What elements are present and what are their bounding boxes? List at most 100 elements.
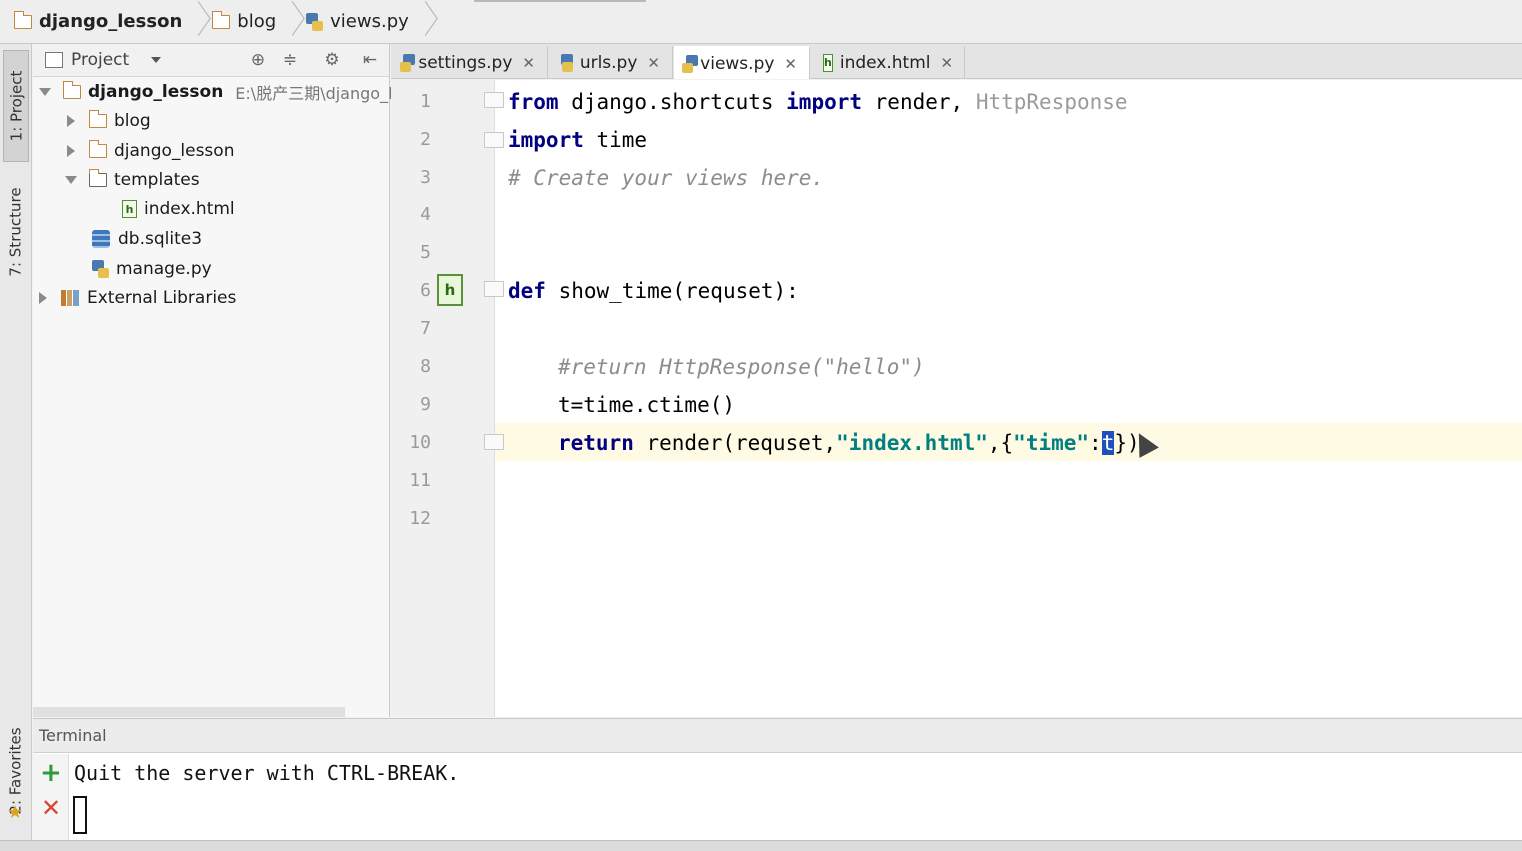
project-panel: Project ⊕ ≑ ⚙ ⇤ django_lesson E:\脱产三期\dj… — [33, 44, 393, 717]
close-icon[interactable]: ✕ — [940, 54, 953, 72]
library-icon — [61, 290, 79, 306]
gear-icon[interactable]: ⚙ — [323, 51, 341, 69]
line-number: 2 — [420, 129, 431, 150]
structure-tool-label: 7: Structure — [7, 187, 25, 277]
locate-icon[interactable]: ⊕ — [249, 51, 267, 69]
tree-item-templates[interactable]: templates — [65, 166, 200, 194]
keyword: from — [508, 90, 559, 114]
code-text: render(requset, — [633, 431, 837, 455]
html-file-icon: h — [823, 53, 833, 72]
structure-tool-button[interactable]: 7: Structure — [3, 172, 29, 292]
breadcrumb-folder-label: blog — [237, 11, 277, 32]
tree-item-external-libraries[interactable]: External Libraries — [39, 284, 236, 312]
fold-marker-icon[interactable] — [484, 281, 504, 297]
python-file-icon — [400, 53, 416, 72]
tab-label: index.html — [839, 52, 931, 73]
terminal-title: Terminal — [33, 719, 1522, 753]
line-number: 3 — [420, 167, 431, 188]
string-literal: "time" — [1013, 431, 1090, 455]
code-editor[interactable]: 1 2 3 4 5 6 7 8 9 10 11 12 h from django… — [391, 80, 1522, 717]
code-text: : — [1089, 431, 1102, 455]
line-number: 4 — [420, 204, 431, 225]
breadcrumb: django_lesson blog views.py — [0, 0, 1522, 44]
tree-item-django-lesson[interactable]: django_lesson — [67, 137, 234, 165]
tree-item-index-html[interactable]: h index.html — [122, 195, 235, 223]
breadcrumb-project[interactable]: django_lesson — [13, 0, 212, 44]
html-file-icon: h — [122, 200, 137, 218]
tab-settings-py[interactable]: settings.py ✕ — [391, 46, 548, 79]
breadcrumb-project-label: django_lesson — [39, 11, 183, 32]
hide-panel-icon[interactable]: ⇤ — [361, 51, 379, 69]
expanded-arrow-icon — [39, 88, 51, 96]
tree-item-label: django_lesson — [88, 82, 224, 102]
line-number: 11 — [409, 470, 431, 491]
database-icon — [92, 230, 110, 248]
collapsed-arrow-icon — [67, 115, 75, 127]
code-line-1: from django.shortcuts import render, Htt… — [508, 83, 1128, 121]
terminal-toolbar: + ✕ — [33, 754, 69, 841]
breadcrumb-folder[interactable]: blog — [211, 0, 306, 44]
line-number: 5 — [420, 242, 431, 263]
fold-marker-icon[interactable] — [484, 132, 504, 148]
close-icon[interactable]: ✕ — [647, 54, 660, 72]
collapse-all-icon[interactable]: ≑ — [281, 51, 299, 69]
code-text: render, — [862, 90, 964, 114]
text-cursor-selection: t — [1101, 431, 1115, 455]
tree-item-label: index.html — [144, 199, 235, 219]
breadcrumb-file-label: views.py — [330, 11, 409, 32]
folder-icon — [88, 110, 107, 128]
tree-item-manage[interactable]: manage.py — [92, 255, 212, 283]
python-file-icon — [561, 53, 573, 72]
new-session-icon[interactable]: + — [40, 760, 62, 786]
line-number: 10 — [409, 432, 431, 453]
folder-icon — [88, 140, 107, 158]
keyword: import — [508, 128, 584, 152]
tab-label: views.py — [700, 53, 775, 74]
line-number: 8 — [420, 356, 431, 377]
tab-views-py[interactable]: views.py ✕ — [674, 46, 810, 79]
line-number: 7 — [420, 318, 431, 339]
horizontal-scrollbar[interactable] — [33, 707, 345, 717]
close-session-icon[interactable]: ✕ — [41, 796, 61, 820]
terminal-output: Quit the server with CTRL-BREAK. — [74, 761, 460, 785]
folder-icon — [62, 81, 81, 99]
ide-window: django_lesson blog views.py 1: Project 7… — [0, 0, 1522, 851]
python-file-icon — [682, 54, 699, 73]
terminal-cursor[interactable] — [73, 796, 87, 834]
tree-item-blog[interactable]: blog — [67, 107, 151, 135]
code-line-2: import time — [508, 121, 647, 159]
breadcrumb-separator — [282, 0, 296, 44]
code-text: ,{ — [987, 431, 1014, 455]
line-number: 9 — [420, 394, 431, 415]
project-tool-button[interactable]: 1: Project — [3, 50, 29, 162]
project-view-icon — [45, 52, 63, 68]
editor-gutter: 1 2 3 4 5 6 7 8 9 10 11 12 h — [391, 80, 495, 717]
related-template-icon[interactable]: h — [437, 274, 463, 306]
fold-marker-icon[interactable] — [484, 92, 504, 108]
tree-item-label: manage.py — [116, 259, 212, 279]
code-text: show_time(requset): — [545, 279, 799, 303]
breadcrumb-file[interactable]: views.py — [306, 0, 439, 44]
tree-item-root[interactable]: django_lesson E:\脱产三期\django_l — [39, 78, 393, 106]
folder-icon — [88, 169, 107, 187]
close-icon[interactable]: ✕ — [522, 54, 535, 72]
code-text: time — [583, 128, 648, 152]
code-line-9: t=time.ctime() — [558, 393, 736, 417]
star-icon: ★ — [7, 802, 24, 823]
tab-label: settings.py — [418, 52, 513, 73]
tree-item-label: templates — [114, 170, 200, 190]
project-tool-label: 1: Project — [7, 70, 25, 142]
close-icon[interactable]: ✕ — [784, 55, 797, 73]
folder-icon — [13, 10, 32, 29]
collapsed-arrow-icon — [39, 292, 47, 304]
string-literal: "index.html" — [836, 431, 988, 455]
expanded-arrow-icon — [65, 176, 77, 184]
tree-item-db[interactable]: db.sqlite3 — [92, 225, 202, 253]
keyword: import — [786, 90, 863, 114]
project-view-label: Project — [71, 50, 130, 70]
line-number: 1 — [420, 91, 431, 112]
fold-marker-icon[interactable] — [484, 434, 504, 450]
line-number: 6 — [420, 280, 431, 301]
tab-urls-py[interactable]: urls.py ✕ — [549, 46, 673, 79]
tab-index-html[interactable]: h index.html ✕ — [811, 46, 965, 79]
